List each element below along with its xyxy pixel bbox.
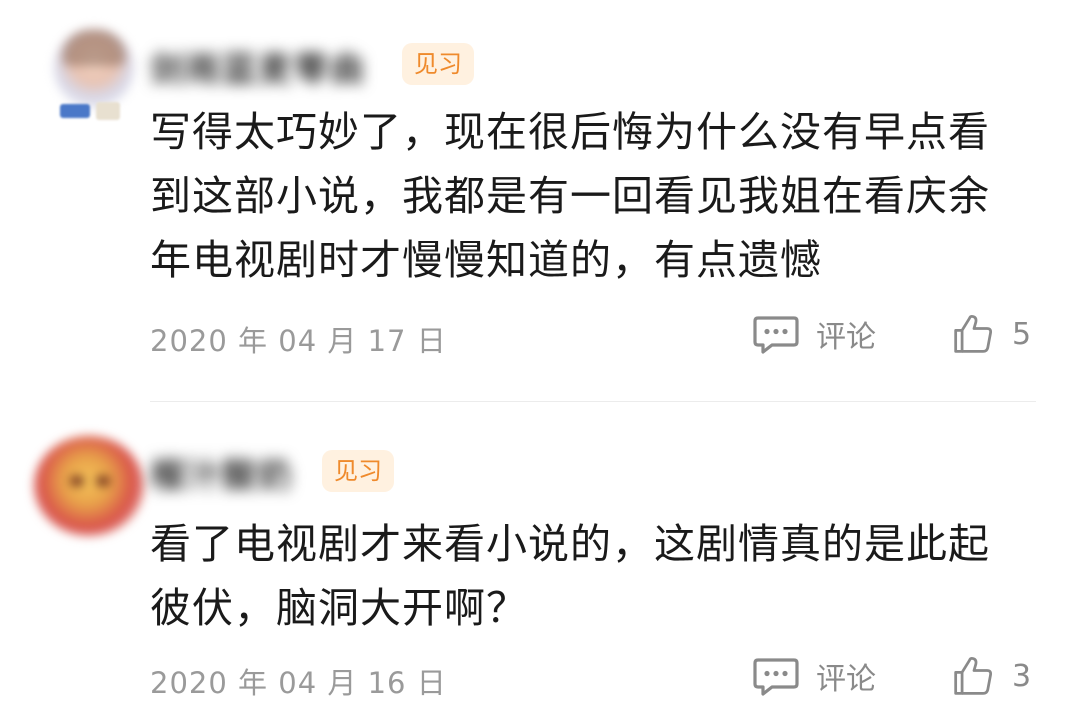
reply-label: 评论 [816,320,876,355]
thumbs-up-icon [954,314,993,353]
avatar[interactable] [54,28,134,108]
like-button[interactable]: 3 [952,654,1031,698]
comment-date: 2020 年 04 月 17 日 [150,324,447,358]
comment-text: 看了电视剧才来看小说的，这剧情真的是此起彼伏，脑洞大开啊？ [150,520,990,632]
reply-button[interactable]: 评论 [752,312,876,356]
like-button[interactable]: 5 [952,312,1031,356]
username[interactable]: 剑雨蓝麦零曲 [150,42,366,91]
like-count: 3 [1012,658,1032,694]
like-count: 5 [1012,316,1032,352]
thumbs-up-icon [954,656,993,695]
reply-label: 评论 [816,662,876,697]
comment-bubble-icon [753,316,799,354]
level-badge: 见习 [322,450,394,492]
divider [150,401,1036,402]
comment-item: 剑雨蓝麦零曲 见习 写得太巧妙了，现在很后悔为什么没有早点看到这部小说，我都是有… [0,0,1080,400]
comment-date: 2020 年 04 月 16 日 [150,666,447,700]
comment-text: 写得太巧妙了，现在很后悔为什么没有早点看到这部小说，我都是有一回看见我姐在看庆余… [150,108,990,284]
level-badge: 见习 [402,43,474,85]
username[interactable]: 榴汁酸奶 [150,448,294,497]
avatar[interactable] [34,436,144,536]
comment-bubble-icon [753,658,799,696]
avatar-badge-icon [60,100,122,122]
reply-button[interactable]: 评论 [752,654,876,698]
